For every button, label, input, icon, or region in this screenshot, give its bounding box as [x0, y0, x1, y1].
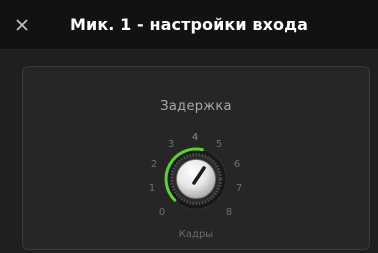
delay-knob[interactable]: [146, 113, 246, 223]
delay-knob-area: 0 1 2 3 4 5 6 7 8: [146, 113, 246, 223]
window-title: Мик. 1 - настройки входа: [69, 15, 309, 34]
settings-body: Задержка 0 1 2 3 4 5 6 7 8 Кадры: [0, 50, 378, 253]
frames-unit-label: Кадры: [178, 229, 214, 240]
delay-panel: Задержка 0 1 2 3 4 5 6 7 8 Кадры: [22, 66, 370, 250]
title-bar: Мик. 1 - настройки входа: [0, 0, 378, 50]
delay-label: Задержка: [160, 99, 232, 114]
